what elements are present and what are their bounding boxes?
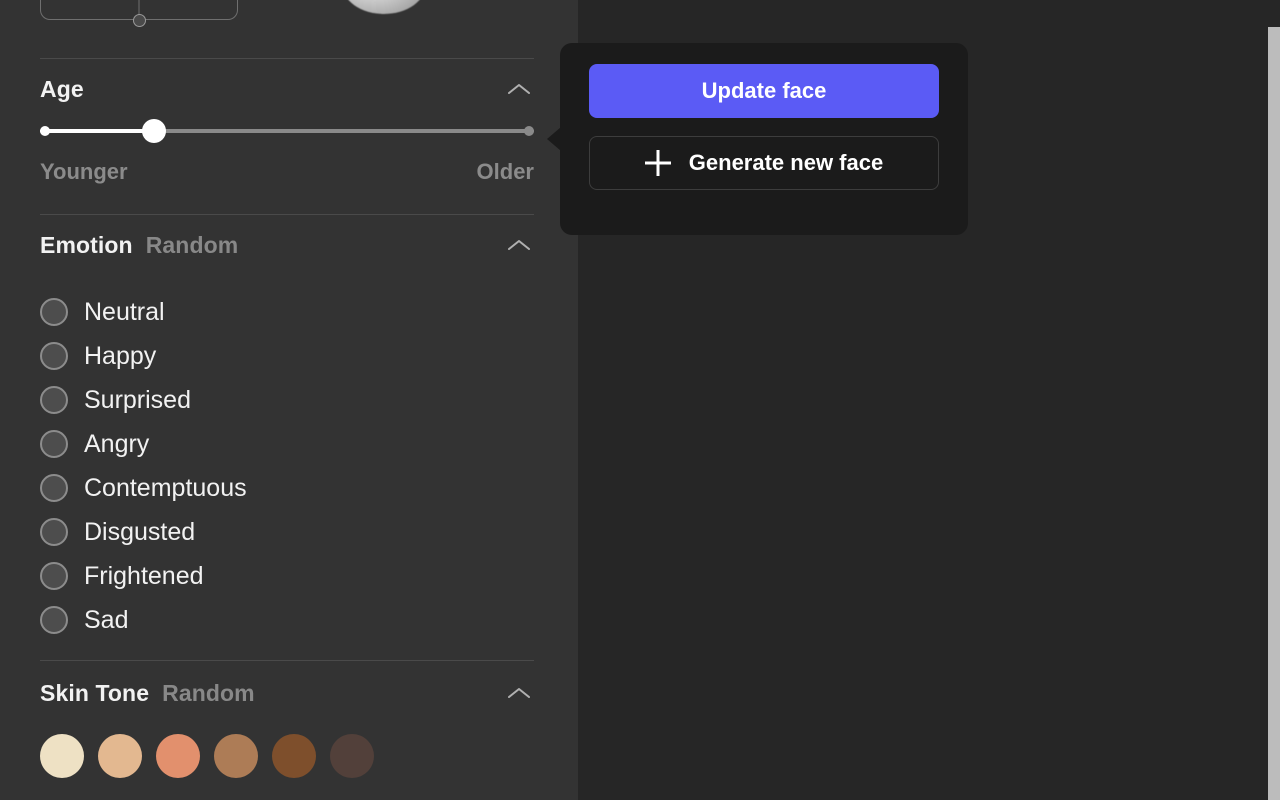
chevron-up-icon-skin-tone[interactable]: [504, 683, 534, 703]
emotion-option-surprised[interactable]: Surprised: [40, 378, 534, 422]
section-title-skin-tone: Skin Tone: [40, 679, 150, 706]
head-pose-pad[interactable]: [40, 0, 238, 27]
emotion-option-happy[interactable]: Happy: [40, 334, 534, 378]
page-scrollbar[interactable]: [1268, 0, 1280, 800]
sidebar-scroll-content: Age Younger Older Emotion Random Neutral…: [0, 0, 578, 800]
head-preview-thumbnail: [342, 0, 426, 14]
radio-icon[interactable]: [40, 298, 68, 326]
section-title-emotion: Emotion: [40, 231, 133, 258]
section-header-emotion[interactable]: Emotion Random: [40, 232, 534, 258]
radio-icon[interactable]: [40, 562, 68, 590]
age-slider-max-label: Older: [476, 159, 534, 184]
emotion-option-label: Neutral: [84, 297, 165, 326]
skin-tone-swatch-5[interactable]: [272, 734, 316, 778]
radio-icon[interactable]: [40, 386, 68, 414]
section-subtitle-emotion: Random: [145, 231, 239, 258]
age-slider-min-cap: [40, 126, 50, 136]
emotion-option-label: Disgusted: [84, 517, 196, 546]
skin-tone-swatch-2[interactable]: [98, 734, 142, 778]
age-slider-max-cap: [524, 126, 534, 136]
skin-tone-swatch-1[interactable]: [40, 734, 84, 778]
age-slider-min-label: Younger: [40, 159, 128, 184]
age-slider-fill: [40, 129, 154, 133]
emotion-option-neutral[interactable]: Neutral: [40, 290, 534, 334]
emotion-option-label: Surprised: [84, 385, 191, 414]
divider-above-emotion: [40, 214, 534, 215]
app-root: Age Younger Older Emotion Random Neutral…: [0, 0, 1280, 800]
generate-new-face-label: Generate new face: [688, 150, 884, 175]
emotion-option-list: Neutral Happy Surprised Angry Contemptuo…: [40, 290, 534, 642]
section-title-age: Age: [40, 75, 84, 102]
emotion-option-label: Happy: [84, 341, 157, 370]
emotion-option-label: Sad: [84, 605, 129, 634]
face-actions-popup: Update face Generate new face: [560, 43, 968, 235]
age-slider[interactable]: [40, 119, 534, 143]
radio-icon[interactable]: [40, 474, 68, 502]
face-controls-sidebar: Age Younger Older Emotion Random Neutral…: [0, 0, 578, 800]
divider-above-age: [40, 58, 534, 59]
popup-pointer-arrow: [547, 127, 561, 151]
emotion-option-label: Angry: [84, 429, 150, 458]
radio-icon[interactable]: [40, 518, 68, 546]
section-subtitle-skin-tone: Random: [162, 679, 255, 706]
chevron-up-icon-emotion[interactable]: [504, 235, 534, 255]
emotion-option-label: Contemptuous: [84, 473, 247, 502]
radio-icon[interactable]: [40, 342, 68, 370]
emotion-option-label: Frightened: [84, 561, 204, 590]
age-slider-labels: Younger Older: [40, 159, 534, 185]
skin-tone-swatch-3[interactable]: [156, 734, 200, 778]
radio-icon[interactable]: [40, 606, 68, 634]
update-face-button[interactable]: Update face: [589, 64, 939, 118]
skin-tone-swatch-4[interactable]: [214, 734, 258, 778]
skin-tone-swatch-6[interactable]: [330, 734, 374, 778]
head-pose-handle[interactable]: [132, 13, 146, 27]
section-header-age[interactable]: Age: [40, 76, 534, 102]
generate-new-face-button[interactable]: Generate new face: [589, 136, 939, 190]
emotion-option-angry[interactable]: Angry: [40, 422, 534, 466]
page-scrollbar-thumb[interactable]: [1268, 27, 1280, 800]
chevron-up-icon-age[interactable]: [504, 79, 534, 99]
emotion-option-sad[interactable]: Sad: [40, 598, 534, 642]
divider-above-skin-tone: [40, 660, 534, 661]
section-header-skin-tone[interactable]: Skin Tone Random: [40, 680, 534, 706]
plus-icon: [645, 150, 671, 176]
emotion-option-disgusted[interactable]: Disgusted: [40, 510, 534, 554]
age-slider-thumb[interactable]: [142, 119, 166, 143]
radio-icon[interactable]: [40, 430, 68, 458]
emotion-option-frightened[interactable]: Frightened: [40, 554, 534, 598]
skin-tone-swatches: [40, 734, 374, 778]
emotion-option-contemptuous[interactable]: Contemptuous: [40, 466, 534, 510]
